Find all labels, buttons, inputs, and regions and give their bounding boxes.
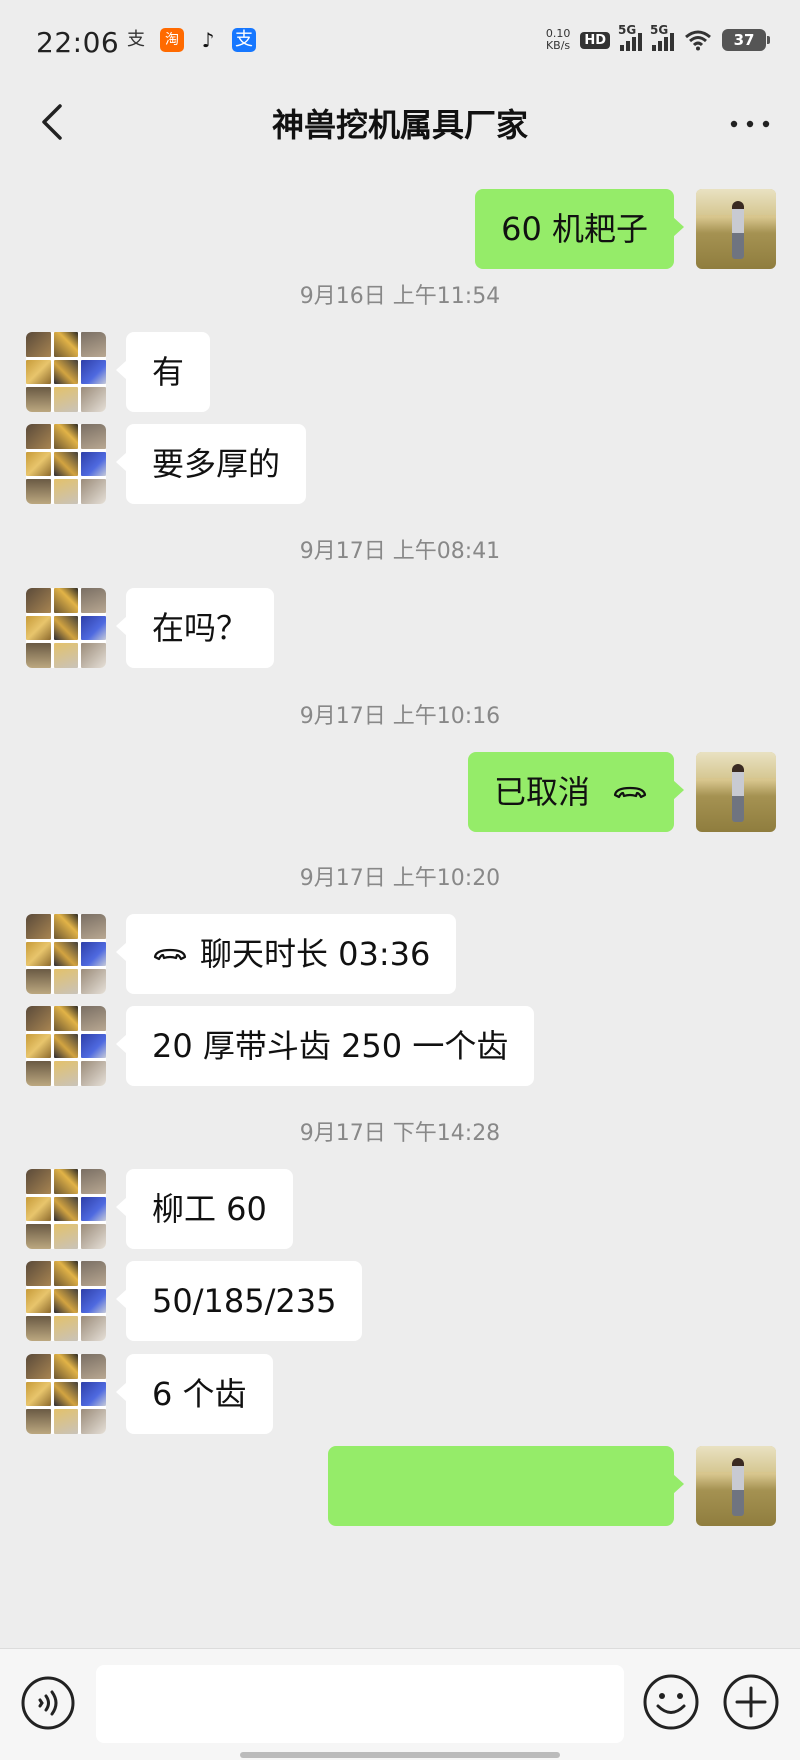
contact-avatar[interactable] [26,1354,106,1434]
chat-title: 神兽挖机属具厂家 [271,106,528,144]
message-bubble[interactable]: 60 机耙子 [475,189,684,269]
contact-avatar[interactable] [26,1169,106,1249]
message-timestamp: 9月16日 上午11:54 [299,284,501,309]
message-bubble[interactable]: 有 [115,332,211,412]
alipay-icon: 支 [232,28,256,52]
sim2-label: 5G [650,23,669,37]
incoming-message: 20 厚带斗齿 250 一个齿 [0,1006,800,1086]
message-timestamp: 9月17日 下午14:28 [299,1121,501,1146]
incoming-message: 聊天时长 03:36 [0,914,800,994]
plus-circle-icon[interactable] [722,1673,780,1731]
message-text: 聊天时长 03:36 [200,935,431,973]
battery-icon: 37 [722,29,770,51]
contact-avatar[interactable] [26,1006,106,1086]
call-record-bubble[interactable]: 已取消 [467,752,685,832]
input-bar [0,1648,800,1760]
my-avatar[interactable] [696,1446,776,1526]
notification-icons: 支 淘 ♪ 支 [124,28,256,52]
message-bubble[interactable]: 要多厚的 [115,424,307,504]
signal-sim1-icon: 5G [618,23,642,51]
status-bar: 22:06 支 淘 ♪ 支 0.10 KB/s HD 5G 5G 37 [0,0,800,84]
emoji-icon[interactable] [642,1673,700,1731]
more-horizontal-icon[interactable] [720,96,780,152]
wifi-icon [685,30,711,51]
message-text: 在吗？ [152,609,249,647]
message-timestamp: 9月17日 上午10:16 [299,704,501,729]
alipay-icon: 支 [127,29,145,50]
message-text: 60 机耙子 [501,210,648,248]
system-indicators: 0.10 KB/s HD 5G 5G 37 [546,23,770,52]
phone-hangup-icon [613,786,647,799]
incoming-message: 在吗？ [0,588,800,668]
net-speed-unit: KB/s [545,39,571,52]
chat-header: 神兽挖机属具厂家 [0,84,800,170]
outgoing-message: 已取消 [0,752,800,832]
signal-sim2-icon: 5G [650,23,674,51]
call-record-bubble[interactable]: 聊天时长 03:36 [115,914,457,994]
phone-hangup-icon [153,948,187,961]
outgoing-message: 60 机耙子 [0,189,800,269]
my-avatar[interactable] [696,189,776,269]
message-text: 6 个齿 [152,1375,247,1413]
incoming-message: 柳工 60 [0,1169,800,1249]
message-bubble[interactable]: 6 个齿 [116,1354,273,1434]
message-bubble[interactable]: 20 厚带斗齿 250 一个齿 [115,1006,535,1086]
message-list[interactable]: 60 机耙子 9月16日 上午11:54 有要多厚的 9月17日 上午08:41 在吗？… [0,170,800,1648]
message-input[interactable] [96,1665,624,1743]
message-text: 柳工 60 [152,1190,267,1228]
incoming-message: 要多厚的 [0,424,800,504]
net-speed: 0.10 KB/s [546,28,571,52]
taobao-icon: 淘 [160,28,184,52]
contact-avatar[interactable] [26,332,106,412]
my-avatar[interactable] [696,752,776,832]
hd-badge: HD [580,31,610,49]
incoming-message: 50/185/235 [0,1261,800,1341]
contact-avatar[interactable] [26,914,106,994]
contact-avatar[interactable] [26,424,106,504]
incoming-message: 6 个齿 [0,1354,800,1434]
message-bubble[interactable]: 在吗？ [115,588,275,668]
message-timestamp: 9月17日 上午10:20 [299,866,501,891]
outgoing-message [0,1446,800,1526]
message-text: 20 厚带斗齿 250 一个齿 [152,1027,509,1065]
contact-avatar[interactable] [26,1261,106,1341]
message-bubble[interactable] [328,1446,684,1526]
chat-screen: 22:06 支 淘 ♪ 支 0.10 KB/s HD 5G 5G 37 神兽挖机… [0,0,800,1760]
message-text: 有 [152,353,185,391]
message-timestamp: 9月17日 上午08:41 [299,539,501,564]
message-text: 要多厚的 [152,445,281,483]
tiktok-icon: ♪ [201,28,215,52]
status-time: 22:06 [36,26,120,59]
message-bubble[interactable]: 柳工 60 [116,1169,293,1249]
sim1-label: 5G [618,23,637,37]
incoming-message: 有 [0,332,800,412]
contact-avatar[interactable] [26,588,106,668]
message-bubble[interactable]: 50/185/235 [115,1261,363,1341]
voice-icon[interactable] [20,1675,76,1731]
home-indicator[interactable] [240,1752,560,1758]
message-text: 已取消 [493,773,590,811]
message-text: 50/185/235 [152,1282,337,1320]
